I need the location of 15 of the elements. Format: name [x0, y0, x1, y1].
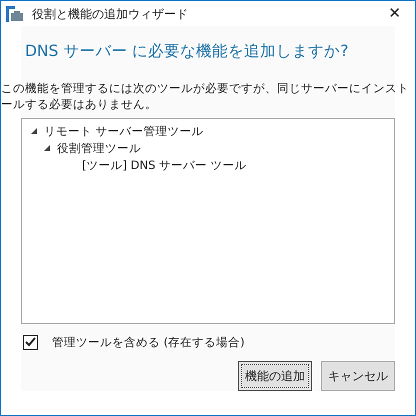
tree-item[interactable]: [ツール] DNS サーバー ツール	[82, 156, 247, 174]
expanded-triangle-icon[interactable]	[30, 127, 38, 136]
window-title: 役割と機能の追加ウィザード	[32, 6, 189, 23]
app-icon	[6, 6, 24, 22]
expanded-triangle-icon[interactable]	[43, 144, 51, 152]
close-button[interactable]: ✕	[382, 2, 407, 25]
tree-item[interactable]: リモート サーバー管理ツール	[44, 122, 204, 140]
checkmark-icon	[25, 337, 36, 348]
checkbox[interactable]	[23, 334, 38, 350]
cancel-button[interactable]: キャンセル	[321, 361, 395, 391]
add-features-button[interactable]: 機能の追加	[238, 361, 312, 391]
checkbox-label: 管理ツールを含める (存在する場合)	[52, 334, 245, 351]
description-text: この機能を管理するには次のツールが必要ですが、同じサーバーにインストールする必要はありません。	[1, 80, 410, 113]
dialog-heading: DNS サーバー に必要な機能を追加しますか?	[24, 41, 350, 62]
tree-item[interactable]: 役割管理ツール	[57, 140, 141, 157]
